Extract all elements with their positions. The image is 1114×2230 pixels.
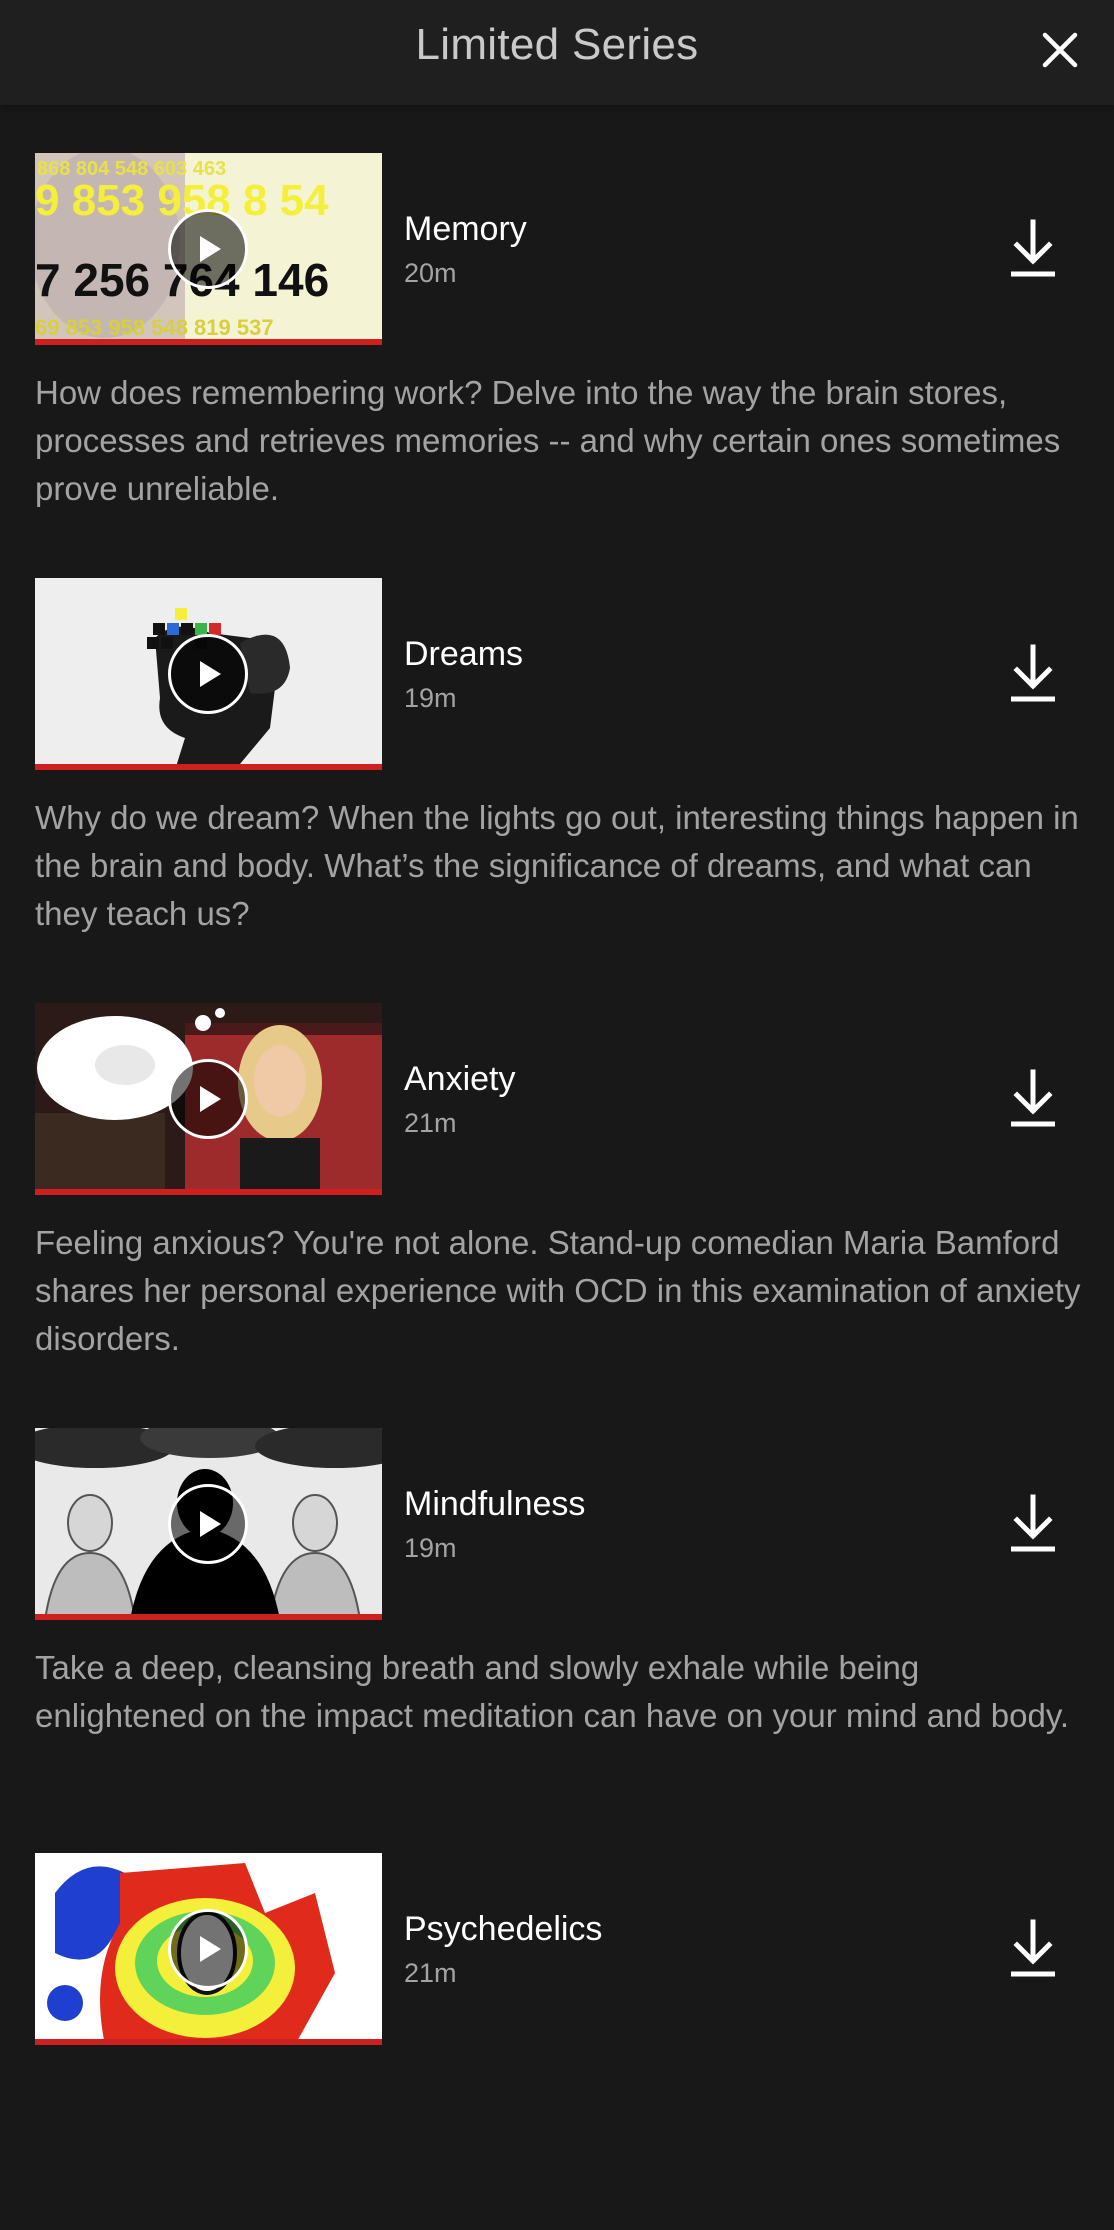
- episode-description: Feeling anxious? You're not alone. Stand…: [35, 1224, 1081, 1357]
- episode-title: Mindfulness: [404, 1485, 586, 1523]
- play-icon: [200, 1936, 221, 1962]
- play-icon: [200, 1086, 221, 1112]
- download-button[interactable]: [1005, 218, 1061, 280]
- play-button[interactable]: [168, 209, 248, 289]
- episode-title: Anxiety: [404, 1060, 516, 1098]
- download-icon: [1011, 1919, 1055, 1977]
- episode-title: Dreams: [404, 635, 524, 673]
- episode-item: Dreams 19m Why do we dream? When the lig…: [0, 530, 1114, 955]
- progress-fill: [35, 339, 382, 345]
- episode-thumbnail[interactable]: [35, 1428, 382, 1620]
- page-title: Limited Series: [415, 20, 699, 69]
- episode-item: Anxiety 21m Feeling anxious? You're not …: [0, 955, 1114, 1380]
- download-icon: [1011, 219, 1055, 277]
- play-icon: [200, 661, 221, 687]
- download-icon: [1011, 1069, 1055, 1127]
- download-icon: [1011, 644, 1055, 702]
- episode-description: Why do we dream? When the lights go out,…: [35, 799, 1079, 932]
- episode-item: Mindfulness 19m Take a deep, cleansing b…: [0, 1380, 1114, 1805]
- episode-duration: 21m: [404, 1958, 457, 1988]
- play-icon: [200, 1511, 221, 1537]
- download-button[interactable]: [1005, 1493, 1061, 1555]
- play-icon: [200, 236, 221, 262]
- episode-thumbnail[interactable]: [35, 578, 382, 770]
- thumb-number-row: 69 853 958 548 819 537: [35, 315, 274, 340]
- download-icon: [1011, 1494, 1055, 1552]
- progress-bar: [35, 339, 382, 345]
- play-button[interactable]: [168, 1484, 248, 1564]
- progress-bar: [35, 1189, 382, 1195]
- close-icon: [1042, 32, 1078, 68]
- header: Limited Series: [0, 0, 1114, 105]
- episode-duration: 19m: [404, 1533, 457, 1563]
- episode-title: Psychedelics: [404, 1910, 603, 1948]
- play-button[interactable]: [168, 634, 248, 714]
- episode-item: Psychedelics 21m: [0, 1805, 1114, 2230]
- progress-fill: [35, 764, 382, 770]
- progress-bar: [35, 2039, 382, 2045]
- progress-fill: [35, 1189, 382, 1195]
- download-button[interactable]: [1005, 643, 1061, 705]
- episode-thumbnail[interactable]: 868 804 548 603 463 9 853 958 8 54 7 256…: [35, 153, 382, 345]
- download-button[interactable]: [1005, 1918, 1061, 1980]
- play-button[interactable]: [168, 1909, 248, 1989]
- progress-bar: [35, 764, 382, 770]
- episode-item: 868 804 548 603 463 9 853 958 8 54 7 256…: [0, 105, 1114, 530]
- episode-title: Memory: [404, 210, 527, 248]
- progress-bar: [35, 1614, 382, 1620]
- episode-description: How does remembering work? Delve into th…: [35, 374, 1061, 507]
- play-button[interactable]: [168, 1059, 248, 1139]
- episode-thumbnail[interactable]: [35, 1853, 382, 2045]
- episode-duration: 20m: [404, 258, 457, 288]
- episode-list: 868 804 548 603 463 9 853 958 8 54 7 256…: [0, 105, 1114, 2230]
- episode-thumbnail[interactable]: [35, 1003, 382, 1195]
- episode-description: Take a deep, cleansing breath and slowly…: [35, 1649, 1070, 1734]
- close-button[interactable]: [1030, 20, 1090, 80]
- episode-duration: 21m: [404, 1108, 457, 1138]
- download-button[interactable]: [1005, 1068, 1061, 1130]
- progress-fill: [35, 1614, 382, 1620]
- progress-fill: [35, 2039, 382, 2045]
- episode-duration: 19m: [404, 683, 457, 713]
